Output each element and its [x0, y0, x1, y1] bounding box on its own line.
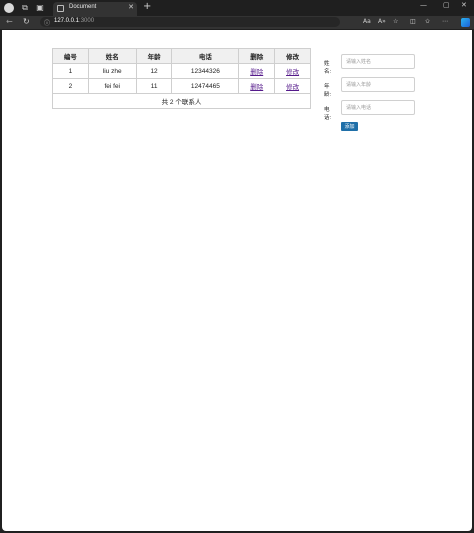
col-header-age: 年龄	[135, 48, 173, 64]
edit-link[interactable]: 修改	[286, 69, 299, 76]
table-row: 1 liu zhe 12 12344326 删除 修改	[52, 63, 311, 79]
close-window-icon[interactable]: ✕	[461, 1, 467, 9]
copilot-icon[interactable]	[461, 18, 470, 27]
url-host: 127.0.0.1	[54, 18, 80, 24]
cell-delete: 删除	[238, 63, 276, 79]
cell-delete: 删除	[238, 78, 276, 94]
age-label: 年龄:	[324, 84, 332, 98]
cell-id: 1	[52, 63, 89, 79]
minimize-icon[interactable]: —	[420, 1, 427, 9]
phone-label: 电话:	[324, 107, 332, 121]
favorite-star-icon[interactable]: ☆	[393, 18, 398, 25]
name-label: 姓名:	[324, 61, 332, 75]
contacts-table: 编号 姓名 年龄 电话 删除 修改 1 liu zhe 12 12344326 …	[52, 48, 311, 109]
more-options-icon[interactable]: ⋯	[442, 18, 448, 25]
delete-link[interactable]: 删除	[250, 84, 263, 91]
new-tab-icon[interactable]: +	[143, 1, 151, 12]
col-header-id: 编号	[52, 48, 89, 64]
refresh-icon[interactable]: ↻	[23, 17, 30, 26]
cell-edit: 修改	[274, 78, 311, 94]
page-content: 编号 姓名 年龄 电话 删除 修改 1 liu zhe 12 12344326 …	[2, 30, 472, 531]
edit-link[interactable]: 修改	[286, 84, 299, 91]
browser-tab-bar: ⧉ ▣ Document ✕ + — ▢ ✕	[0, 0, 474, 16]
cell-age: 12	[135, 63, 173, 79]
table-header-row: 编号 姓名 年龄 电话 删除 修改	[52, 48, 311, 64]
col-header-delete: 删除	[238, 48, 276, 64]
page-favicon-icon	[57, 5, 64, 12]
table-row: 2 fei fei 11 12474465 删除 修改	[52, 78, 311, 94]
cell-age: 11	[135, 78, 173, 94]
site-info-icon[interactable]: ⓘ	[44, 18, 50, 27]
browser-tab[interactable]: Document ✕	[53, 2, 137, 16]
cell-name: liu zhe	[87, 63, 137, 79]
browser-toolbar: ← ↻ ⓘ 127.0.0.1:3000 Aa A» ☆ ◫ ✩ ⋯	[0, 16, 474, 29]
col-header-phone: 电话	[171, 48, 240, 64]
url-text: 127.0.0.1:3000	[54, 18, 94, 24]
col-header-edit: 修改	[274, 48, 311, 64]
name-input[interactable]	[341, 54, 415, 69]
cell-phone: 12474465	[171, 78, 240, 94]
maximize-icon[interactable]: ▢	[443, 1, 450, 9]
workspaces-icon[interactable]: ⧉	[20, 3, 30, 13]
address-bar[interactable]: ⓘ 127.0.0.1:3000	[40, 17, 340, 27]
cell-edit: 修改	[274, 63, 311, 79]
cell-name: fei fei	[87, 78, 137, 94]
tab-title: Document	[69, 4, 97, 10]
add-button[interactable]: 添加	[341, 122, 358, 131]
profile-avatar-icon[interactable]	[4, 3, 14, 13]
read-aloud-icon[interactable]: A»	[378, 18, 386, 25]
contact-count: 共 2 个联系人	[52, 93, 311, 109]
tab-actions-icon[interactable]: ▣	[35, 3, 45, 13]
col-header-name: 姓名	[87, 48, 137, 64]
back-icon[interactable]: ←	[6, 17, 13, 26]
split-screen-icon[interactable]: ◫	[410, 18, 416, 25]
reader-aa-icon[interactable]: Aa	[363, 18, 371, 25]
close-tab-icon[interactable]: ✕	[128, 3, 134, 11]
phone-input[interactable]	[341, 100, 415, 115]
delete-link[interactable]: 删除	[250, 69, 263, 76]
cell-phone: 12344326	[171, 63, 240, 79]
cell-id: 2	[52, 78, 89, 94]
url-port: :3000	[79, 18, 95, 24]
favorites-list-icon[interactable]: ✩	[425, 18, 430, 25]
age-input[interactable]	[341, 77, 415, 92]
table-footer-row: 共 2 个联系人	[52, 93, 311, 109]
